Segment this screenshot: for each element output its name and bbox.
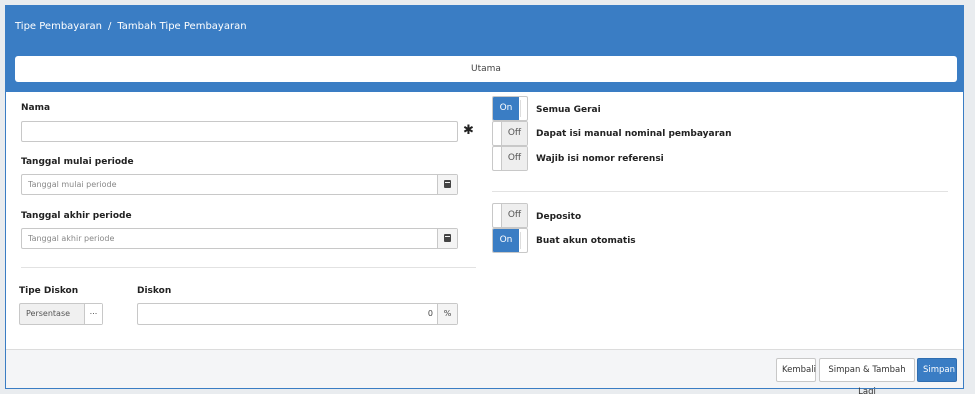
tipe-diskon-value: Persentase xyxy=(26,309,71,318)
breadcrumb: Tipe Pembayaran / Tambah Tipe Pembayaran xyxy=(6,6,963,52)
toggle-semua-gerai[interactable]: On xyxy=(492,96,528,121)
divider xyxy=(492,191,948,192)
diskon-input[interactable]: 0 % xyxy=(137,303,458,325)
toggle-state: Off xyxy=(501,122,527,145)
diskon-label: Diskon xyxy=(137,286,172,296)
toggle-wajib-isi-referensi[interactable]: Off xyxy=(492,146,528,171)
tipe-diskon-select[interactable]: Persentase ... xyxy=(19,303,103,325)
save-button[interactable]: Simpan xyxy=(917,358,957,382)
toggle-state: On xyxy=(493,97,519,120)
toggle-label-deposito: Deposito xyxy=(536,212,582,222)
tanggal-mulai-placeholder: Tanggal mulai periode xyxy=(28,180,117,189)
toggle-state: On xyxy=(493,229,519,252)
tanggal-mulai-calendar-button[interactable] xyxy=(437,175,457,194)
toggle-state: Off xyxy=(501,147,527,170)
toggle-dapat-isi-manual[interactable]: Off xyxy=(492,121,528,146)
breadcrumb-current: Tambah Tipe Pembayaran xyxy=(117,21,247,32)
tipe-diskon-label: Tipe Diskon xyxy=(19,286,79,296)
tanggal-akhir-label: Tanggal akhir periode xyxy=(21,211,132,221)
tanggal-akhir-input[interactable]: Tanggal akhir periode xyxy=(21,228,458,249)
form-footer: Kembali Simpan & Tambah Lagi Simpan xyxy=(6,349,963,394)
percent-suffix: % xyxy=(437,304,457,324)
nama-label: Nama xyxy=(21,103,51,113)
tanggal-mulai-label: Tanggal mulai periode xyxy=(21,157,134,167)
toggle-label-buat-akun-otomatis: Buat akun otomatis xyxy=(536,236,636,246)
form-panel: Tipe Pembayaran / Tambah Tipe Pembayaran U… xyxy=(5,5,964,394)
toggle-state: Off xyxy=(501,204,527,227)
toggle-deposito[interactable]: Off xyxy=(492,203,528,228)
required-icon: ✱ xyxy=(463,123,474,138)
toggle-label-dapat-isi-manual: Dapat isi manual nominal pembayaran xyxy=(536,129,732,139)
nama-input[interactable] xyxy=(21,121,458,142)
toggle-label-wajib-isi-referensi: Wajib isi nomor referensi xyxy=(536,154,664,164)
tanggal-akhir-placeholder: Tanggal akhir periode xyxy=(28,234,115,243)
tab-bar: Utama xyxy=(6,52,963,92)
tipe-diskon-picker-button[interactable]: ... xyxy=(84,304,102,324)
diskon-value: 0 xyxy=(427,309,433,318)
breadcrumb-separator: / xyxy=(107,21,112,32)
breadcrumb-parent[interactable]: Tipe Pembayaran xyxy=(15,21,102,32)
tanggal-mulai-input[interactable]: Tanggal mulai periode xyxy=(21,174,458,195)
save-and-add-button[interactable]: Simpan & Tambah Lagi xyxy=(819,358,915,394)
calendar-icon xyxy=(444,234,451,242)
tanggal-akhir-calendar-button[interactable] xyxy=(437,229,457,248)
back-button[interactable]: Kembali xyxy=(776,358,816,382)
tab-utama[interactable]: Utama xyxy=(15,56,957,82)
calendar-icon xyxy=(444,180,451,188)
toggle-buat-akun-otomatis[interactable]: On xyxy=(492,228,528,253)
toggle-label-semua-gerai: Semua Gerai xyxy=(536,105,601,115)
divider xyxy=(21,267,476,268)
